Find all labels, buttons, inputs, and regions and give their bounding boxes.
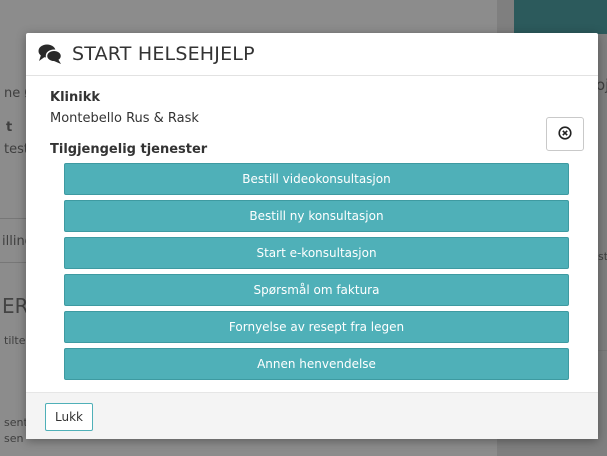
dialog-header: START HELSEHJELP [26, 33, 598, 76]
background-header-accent [514, 0, 607, 34]
dialog-body: Klinikk Montebello Rus & Rask Tilgjengel… [26, 76, 598, 380]
dialog-footer: Lukk [26, 392, 598, 439]
clinic-value: Montebello Rus & Rask [50, 111, 199, 126]
clear-clinic-button[interactable] [546, 117, 584, 151]
service-button-invoice-question[interactable]: Spørsmål om faktura [64, 274, 569, 306]
background-divider [0, 262, 26, 263]
dialog-title: START HELSEHJELP [72, 43, 255, 65]
background-text: t [6, 120, 13, 135]
service-button-prescription-renewal[interactable]: Fornyelse av resept fra legen [64, 311, 569, 343]
service-list: Bestill videokonsultasjon Bestill ny kon… [50, 163, 574, 380]
background-heading: ER [2, 294, 29, 318]
service-button-video-consultation[interactable]: Bestill videokonsultasjon [64, 163, 569, 195]
background-divider [598, 350, 607, 351]
close-dialog-button[interactable]: Lukk [45, 403, 93, 431]
start-helsehjelp-dialog: START HELSEHJELP Klinikk Montebello Rus … [26, 33, 598, 439]
clinic-label: Klinikk [50, 90, 100, 105]
background-text: tilte [4, 334, 26, 347]
close-circle-icon [558, 125, 572, 144]
services-label: Tilgjengelig tjenester [50, 142, 208, 157]
chat-bubbles-icon [38, 43, 63, 65]
service-button-e-consultation[interactable]: Start e-konsultasjon [64, 237, 569, 269]
service-button-new-consultation[interactable]: Bestill ny konsultasjon [64, 200, 569, 232]
background-divider [0, 218, 26, 219]
background-text: st [598, 250, 607, 263]
service-button-other-inquiry[interactable]: Annen henvendelse [64, 348, 569, 380]
background-text: sen [4, 432, 24, 445]
